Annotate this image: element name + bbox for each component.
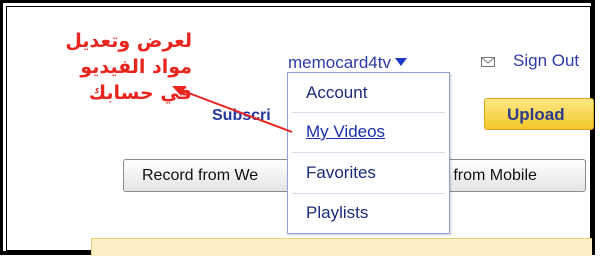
sign-out-link[interactable]: Sign Out [513, 51, 579, 71]
annotation-line-3: في حسابك [88, 82, 192, 104]
username-label[interactable]: memocard4tv [288, 53, 391, 72]
notice-bar [91, 238, 592, 256]
triangle-down-icon[interactable] [394, 58, 407, 66]
menu-item-playlists[interactable]: Playlists [306, 203, 368, 223]
menu-divider [292, 152, 445, 153]
menu-item-my-videos[interactable]: My Videos [306, 122, 385, 142]
annotation-line-2: مواد الفيديو [80, 56, 192, 78]
username-menu[interactable]: memocard4tv [288, 53, 407, 73]
menu-divider [292, 112, 445, 113]
record-from-webcam-label[interactable]: Record from We [142, 167, 305, 185]
upload-button[interactable]: Upload [484, 98, 594, 130]
annotation-line-1: لعرض وتعديل [65, 30, 192, 52]
subscriptions-link[interactable]: Subscri [212, 107, 292, 125]
account-dropdown-menu: Account My Videos Favorites Playlists [287, 72, 450, 234]
menu-item-favorites[interactable]: Favorites [306, 163, 376, 183]
record-from-mobile-label[interactable]: d from Mobile [440, 167, 537, 185]
arabic-annotation: لعرض وتعديل مواد الفيديو في حسابك [22, 28, 192, 106]
menu-item-account[interactable]: Account [306, 83, 367, 103]
envelope-icon[interactable] [481, 57, 495, 67]
menu-divider [292, 193, 445, 194]
